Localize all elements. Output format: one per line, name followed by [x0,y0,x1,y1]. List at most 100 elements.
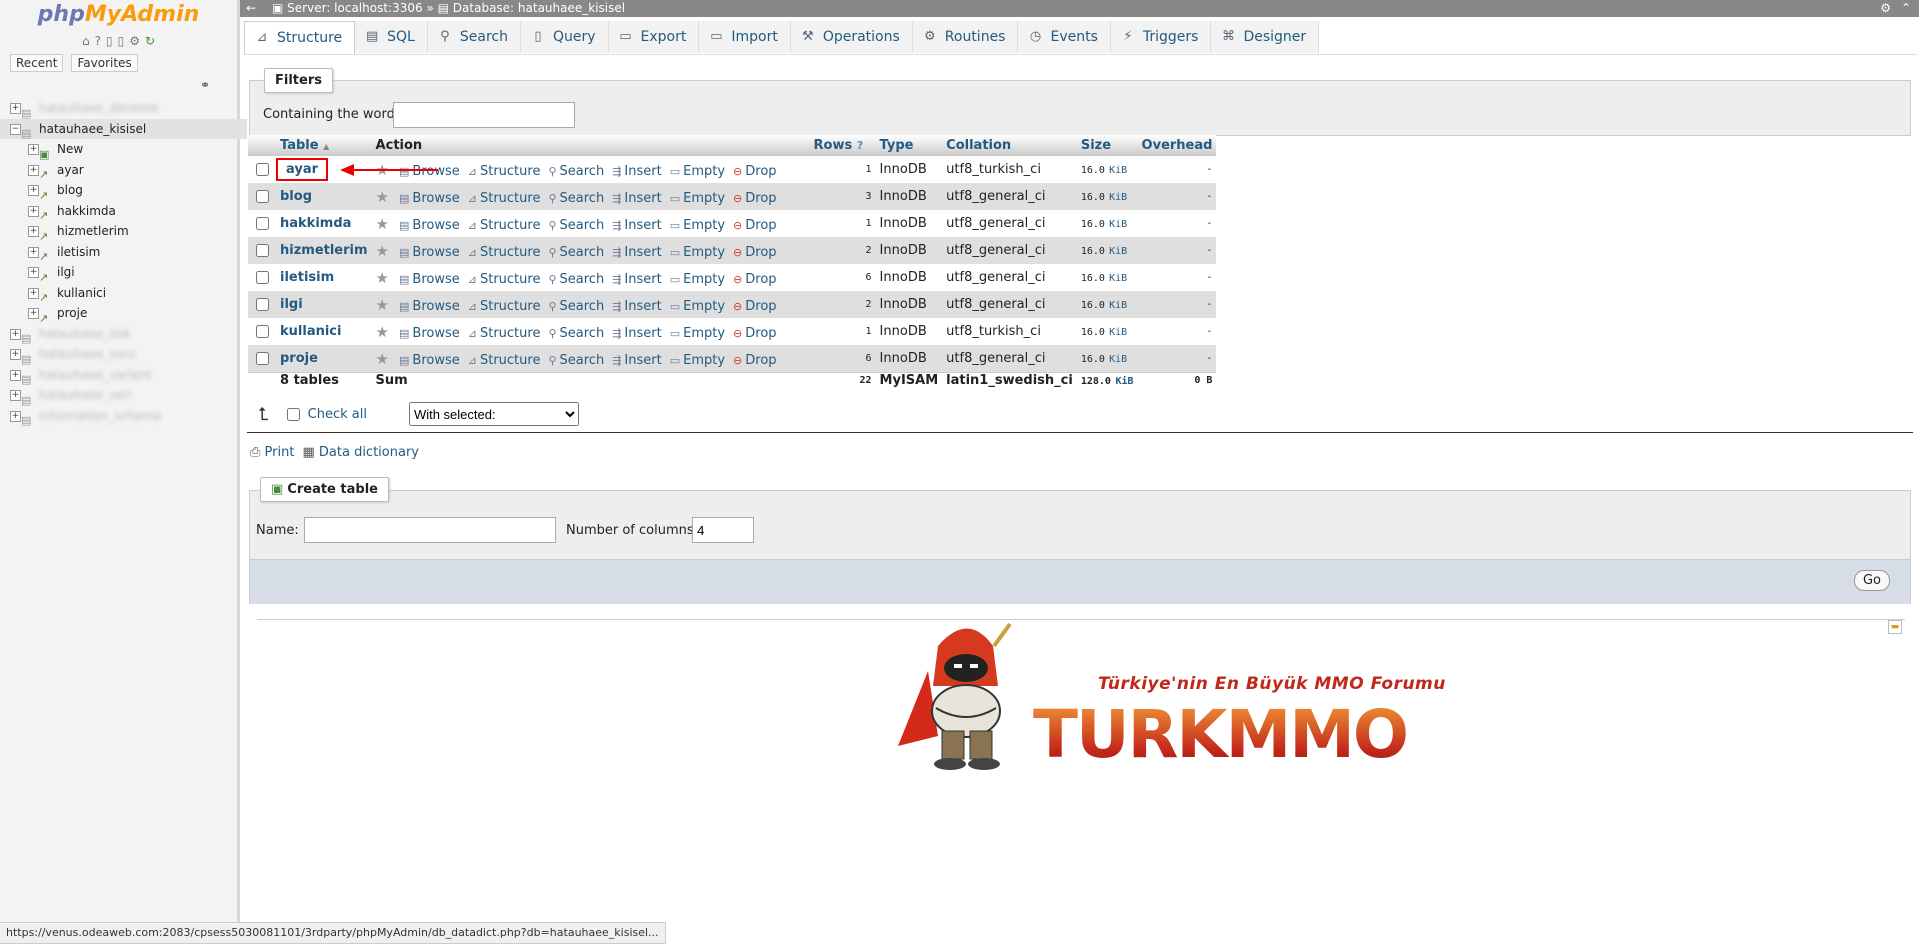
browse-link[interactable]: ▤Browse [399,272,460,287]
drop-link[interactable]: ⊖ Drop [733,326,777,341]
row-checkbox[interactable] [256,270,269,284]
size-cell[interactable]: 16.0 KiB [1076,183,1138,210]
recent-button[interactable]: Recent [10,54,64,72]
link-with-main-icon[interactable]: ⚭ [200,78,210,92]
insert-link[interactable]: ⇶ Insert [612,218,662,233]
reload-icon[interactable]: ↻ [145,34,155,50]
favorites-button[interactable]: Favorites [71,54,138,72]
row-checkbox[interactable] [256,351,269,365]
browse-link[interactable]: ▤Browse [399,299,460,314]
gear-icon[interactable]: ⚙ [1880,0,1891,17]
expand-icon[interactable]: + [28,287,39,299]
insert-link[interactable]: ⇶ Insert [612,326,662,341]
console-toggle-icon[interactable]: ▬ [1888,620,1902,634]
header-collation[interactable]: Collation [942,135,1077,156]
insert-link[interactable]: ⇶ Insert [612,272,662,287]
tree-item[interactable]: + ↗ ilgi [0,262,237,284]
search-link[interactable]: ⚲ Search [548,272,604,287]
search-link[interactable]: ⚲ Search [548,245,604,260]
search-link[interactable]: ⚲ Search [548,326,604,341]
tab-search[interactable]: ⚲ Search [427,21,521,53]
expand-icon[interactable]: + [28,226,39,237]
home-icon[interactable]: ⌂ [82,34,90,50]
empty-link[interactable]: ▭ Empty [670,299,725,314]
tab-sql[interactable]: ▤ SQL [355,21,428,53]
row-checkbox[interactable] [256,324,269,338]
sql-docs-icon[interactable]: ▯ [118,34,125,50]
tree-item[interactable]: + ↗ kullanici [0,283,237,304]
search-link[interactable]: ⚲ Search [548,218,604,233]
with-selected-select[interactable]: With selected: [408,402,579,426]
row-checkbox[interactable] [256,162,269,176]
settings-icon[interactable]: ⚙ [129,34,140,50]
empty-link[interactable]: ▭ Empty [670,272,725,287]
tree-item[interactable]: + ▤ hatauhaee_veri [0,385,237,407]
browse-link[interactable]: ▤Browse [399,353,460,368]
table-name-link[interactable]: hakkimda [280,216,351,231]
insert-link[interactable]: ⇶ Insert [612,353,662,368]
table-name-link[interactable]: blog [280,189,312,204]
row-checkbox[interactable] [256,216,269,230]
expand-icon[interactable]: + [10,349,21,360]
row-checkbox[interactable] [256,297,269,311]
favorite-star-icon[interactable]: ★ [376,296,389,314]
tree-item[interactable]: − ▤ hatauhaee_kisisel [0,118,247,140]
tree-item[interactable]: + ↗ iletisim [0,242,237,263]
table-name-cell[interactable]: blog [276,183,372,210]
favorite-star-icon[interactable]: ★ [376,242,389,260]
browse-link[interactable]: ▤Browse [399,218,460,233]
table-name-cell[interactable]: ilgi [276,291,372,318]
expand-icon[interactable]: + [10,410,21,422]
sort-by-size-link[interactable]: Size [1081,138,1111,153]
row-checkbox[interactable] [256,243,269,257]
structure-link[interactable]: ⊿ Structure [468,353,541,368]
size-cell[interactable]: 16.0 KiB [1076,291,1138,318]
table-name-input[interactable] [304,517,556,543]
tree-item[interactable]: + ↗ blog [0,180,237,202]
tab-operations[interactable]: ⚒ Operations [790,21,913,53]
table-name-cell[interactable]: kullanici [276,318,372,345]
search-link[interactable]: ⚲ Search [548,353,604,368]
expand-icon[interactable]: + [10,369,21,381]
tab-events[interactable]: ◷ Events [1018,21,1111,53]
structure-link[interactable]: ⊿ Structure [468,326,541,341]
tree-item[interactable]: + ▤ hatauhaee_deneme [0,98,237,120]
sort-by-table-link[interactable]: Table [280,138,319,153]
drop-link[interactable]: ⊖ Drop [733,299,777,314]
expand-icon[interactable]: + [28,144,39,155]
table-name-cell[interactable]: hizmetlerim [276,237,372,264]
size-cell[interactable]: 16.0 KiB [1076,155,1138,183]
phpmyadmin-logo[interactable]: phpMyAdmin [0,2,237,28]
header-size[interactable]: Size [1076,135,1138,156]
tab-structure[interactable]: ⊿ Structure [244,21,356,54]
expand-icon[interactable]: + [28,267,39,278]
drop-link[interactable]: ⊖ Drop [733,353,777,368]
header-rows[interactable]: Rows ? [809,135,876,156]
tree-item[interactable]: + ▤ hatauhaee_link [0,324,237,345]
browse-link[interactable]: ▤Browse [399,191,460,206]
search-link[interactable]: ⚲ Search [548,164,604,179]
tab-query[interactable]: ▯ Query [520,21,609,53]
insert-link[interactable]: ⇶ Insert [612,245,662,260]
sort-by-type-link[interactable]: Type [880,138,914,153]
expand-icon[interactable]: + [28,205,39,217]
collapse-icon[interactable]: ⌃ [1901,0,1911,17]
browse-link[interactable]: ▤Browse [399,245,460,260]
table-name-cell[interactable]: hakkimda [276,210,372,237]
tab-designer[interactable]: ⌘ Designer [1211,21,1320,53]
tab-export[interactable]: ▭ Export [608,21,700,53]
tree-item[interactable]: + ▤ hatauhaee_soru [0,344,237,366]
drop-link[interactable]: ⊖ Drop [733,245,777,260]
docs-icon[interactable]: ▯ [106,34,113,50]
favorite-star-icon[interactable]: ★ [376,350,389,368]
favorite-star-icon[interactable]: ★ [376,323,389,341]
tree-item[interactable]: + ▣ New [0,139,237,161]
table-name-link[interactable]: ilgi [280,297,303,312]
tree-item[interactable]: + ↗ hakkimda [0,201,237,222]
drop-link[interactable]: ⊖ Drop [733,272,777,287]
tree-item[interactable]: + ▤ hatauhaee_varlent [0,365,237,386]
breadcrumb-database[interactable]: Database: hatauhaee_kisisel [453,1,625,15]
search-link[interactable]: ⚲ Search [548,299,604,314]
insert-link[interactable]: ⇶ Insert [612,164,662,179]
collapse-icon[interactable]: − [10,123,21,135]
